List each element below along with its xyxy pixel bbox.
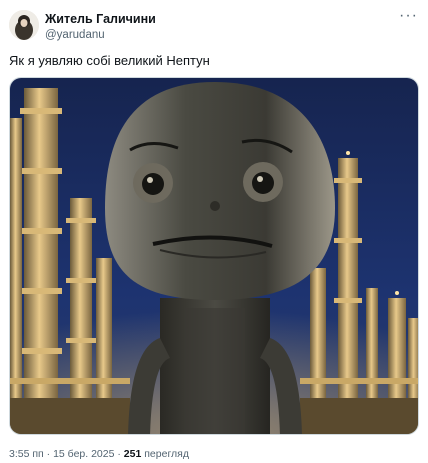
author-name[interactable]: Житель Галичини — [45, 12, 156, 27]
avatar[interactable] — [9, 10, 39, 40]
avatar-image — [9, 10, 39, 40]
author-handle[interactable]: @yarudanu — [45, 28, 156, 42]
more-options-icon[interactable]: ··· — [399, 7, 418, 25]
author-block: Житель Галичини @yarudanu — [45, 12, 156, 42]
tweet: Житель Галичини @yarudanu ··· Як я уявля… — [0, 0, 428, 463]
post-image[interactable] — [9, 77, 419, 435]
view-count: 251 — [123, 448, 142, 460]
post-meta: 3:55 пп · 15 бер. 2025 · 251 перегляд — [9, 448, 189, 460]
post-time[interactable]: 3:55 пп — [9, 448, 44, 460]
post-date[interactable]: 15 бер. 2025 — [53, 448, 114, 460]
refinery-robot-illustration — [10, 78, 418, 434]
view-label: перегляд — [144, 448, 189, 460]
post-text: Як я уявляю собі великий Нептун — [9, 53, 210, 68]
meta-separator-2: · — [117, 448, 121, 460]
meta-separator: · — [46, 448, 51, 460]
